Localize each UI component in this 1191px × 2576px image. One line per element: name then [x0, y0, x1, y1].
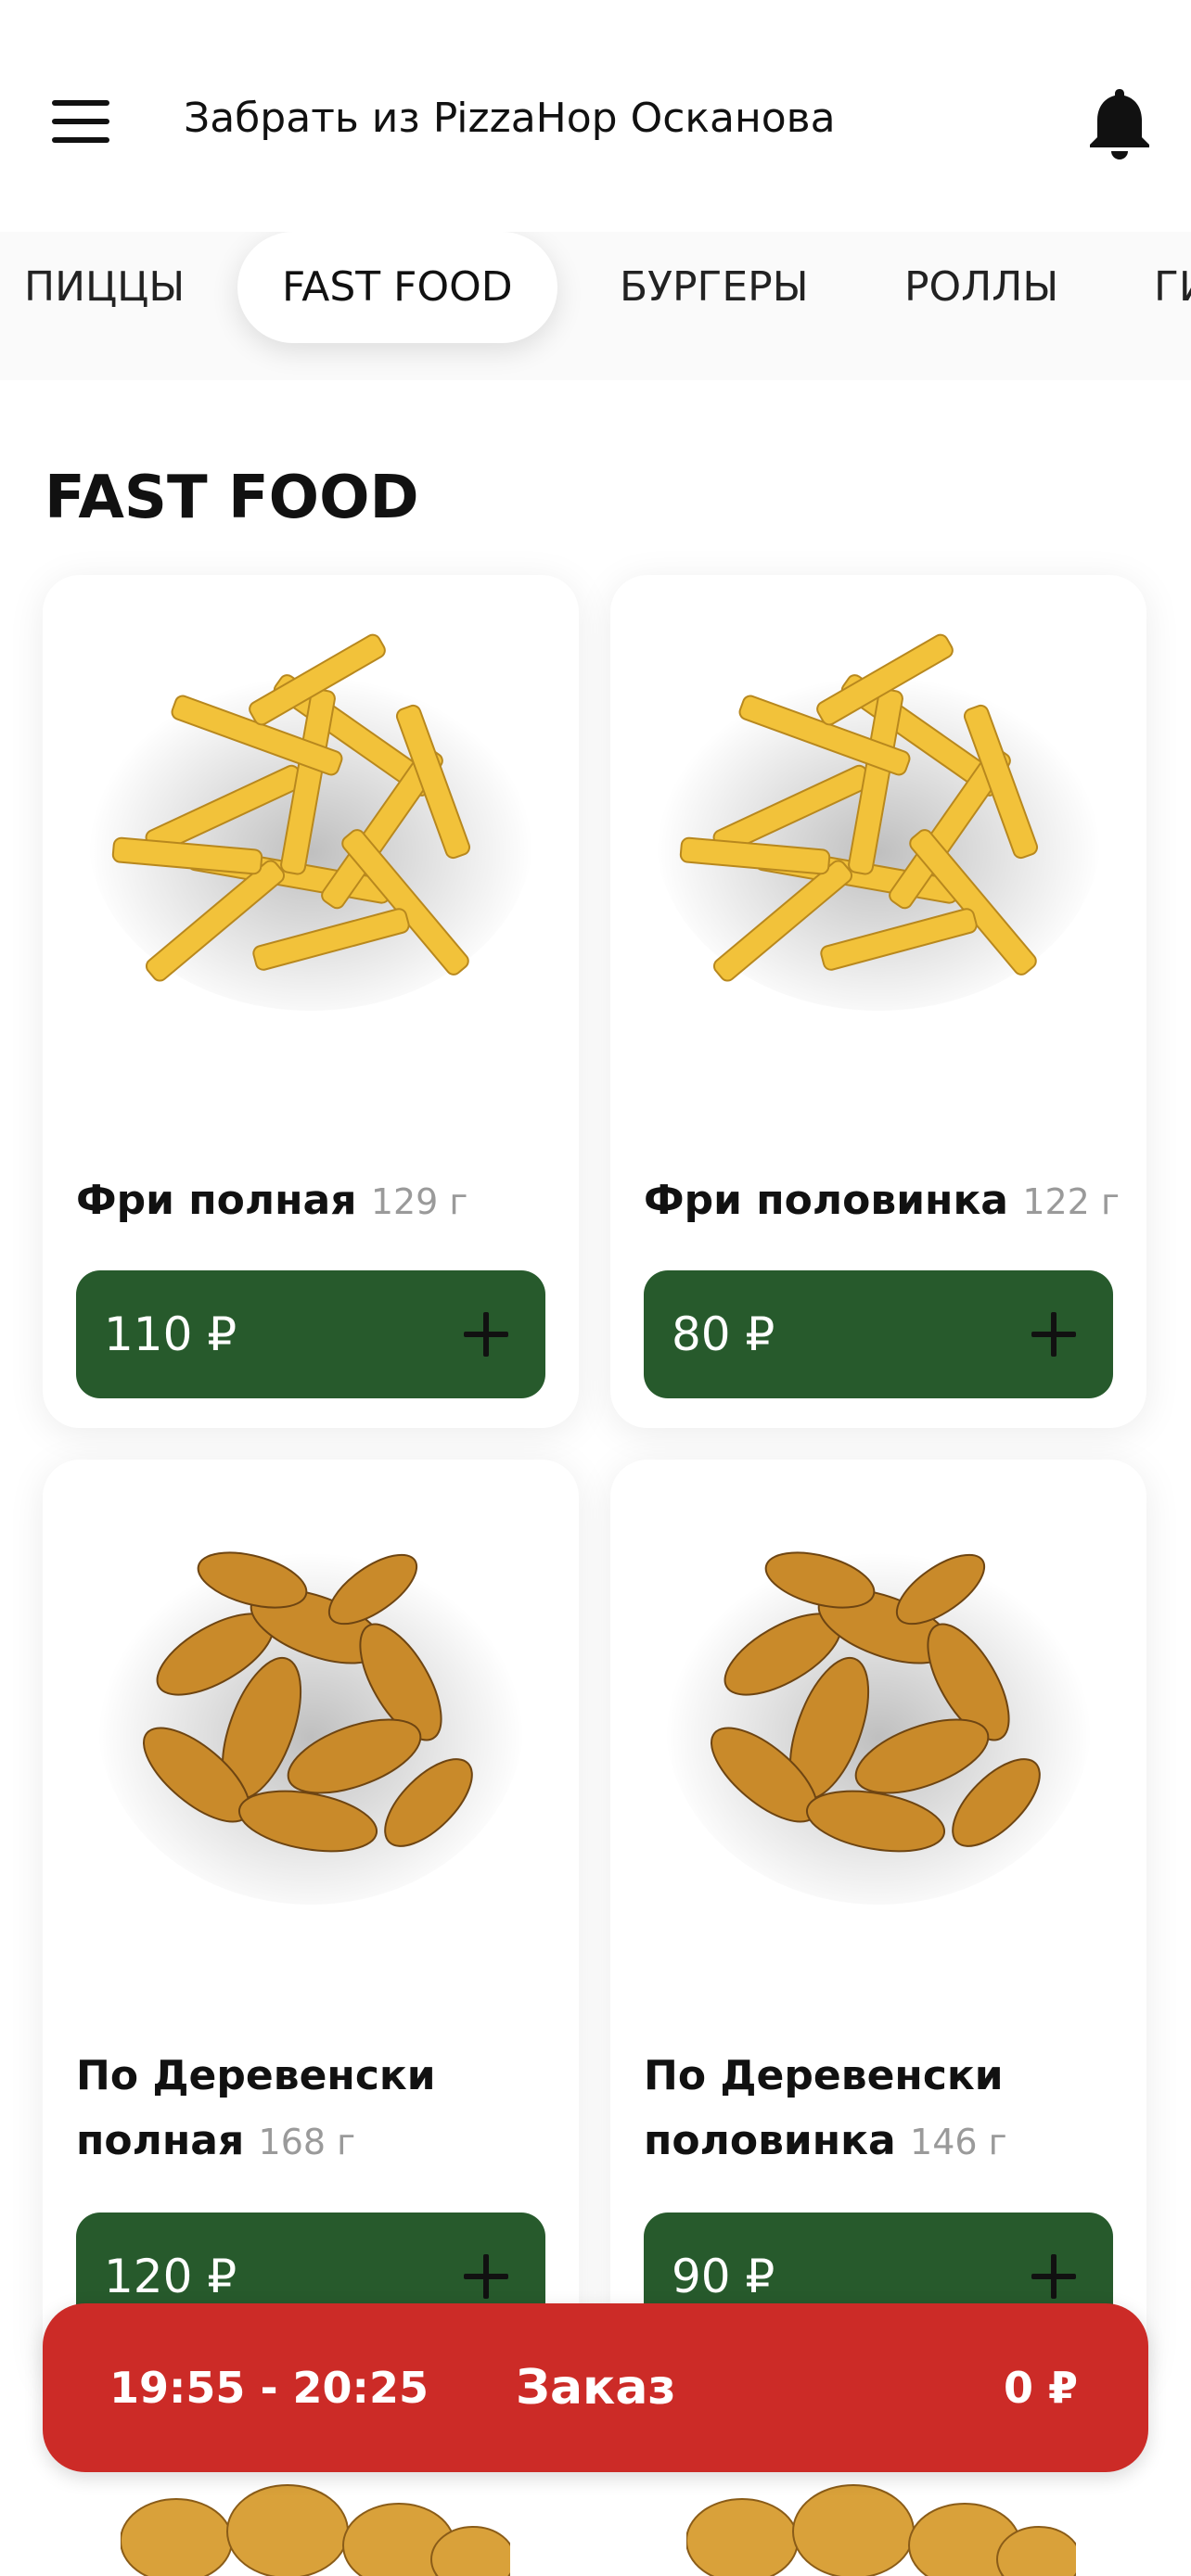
product-weight: 168 г [258, 2122, 356, 2162]
nuggets-image [121, 2484, 510, 2576]
plus-icon [464, 2254, 508, 2299]
tab-rolls[interactable]: РОЛЛЫ [904, 232, 1058, 343]
product-title: По Деревенски полная [76, 2052, 436, 2164]
pickup-time: 19:55 - 20:25 [109, 2363, 429, 2413]
add-to-cart-button[interactable]: 80 ₽ [644, 1270, 1113, 1398]
product-title: Фри половинка [644, 1177, 1008, 1224]
product-name: Фри полная 129 г [76, 1168, 558, 1234]
tab-burgers[interactable]: БУРГЕРЫ [620, 232, 809, 343]
nuggets-image [686, 2484, 1076, 2576]
product-title: Фри полная [76, 1177, 357, 1224]
product-card[interactable]: Фри половинка 122 г 80 ₽ [610, 575, 1146, 1428]
price-label: 110 ₽ [104, 1307, 237, 1361]
product-card[interactable]: Фри полная 129 г 110 ₽ [43, 575, 579, 1428]
header: Забрать из PizzaНор Осканова [0, 0, 1191, 223]
product-name: По Деревенски половинка 146 г [644, 2044, 1126, 2174]
fries-image [88, 633, 533, 1011]
product-name: Фри половинка 122 г [644, 1168, 1126, 1234]
tab-pizza[interactable]: ПИЦЦЫ [24, 232, 185, 343]
potato-wedges-image [665, 1534, 1092, 1905]
order-button[interactable]: 19:55 - 20:25 Заказ 0 ₽ [43, 2303, 1148, 2472]
hamburger-menu-icon[interactable] [52, 100, 109, 145]
tab-fast-food[interactable]: FAST FOOD [237, 232, 557, 343]
plus-icon [464, 1312, 508, 1357]
page-title[interactable]: Забрать из PizzaНор Осканова [184, 95, 836, 142]
plus-icon [1031, 1312, 1076, 1357]
product-card[interactable]: По Деревенски половинка 146 г 90 ₽ [610, 1460, 1146, 2387]
section-title: FAST FOOD [45, 464, 419, 532]
bell-icon[interactable] [1085, 85, 1154, 161]
product-weight: 129 г [370, 1181, 468, 1222]
add-to-cart-button[interactable]: 110 ₽ [76, 1270, 545, 1398]
order-total: 0 ₽ [1003, 2363, 1078, 2413]
tab-next[interactable]: ГИ [1154, 232, 1191, 343]
category-tabs: ПИЦЦЫ FAST FOOD БУРГЕРЫ РОЛЛЫ ГИ [0, 232, 1191, 380]
product-weight: 146 г [910, 2122, 1007, 2162]
potato-wedges-image [97, 1534, 524, 1905]
product-weight: 122 г [1022, 1181, 1120, 1222]
product-name: По Деревенски полная 168 г [76, 2044, 558, 2174]
price-label: 80 ₽ [672, 1307, 775, 1361]
plus-icon [1031, 2254, 1076, 2299]
fries-image [656, 633, 1101, 1011]
order-label: Заказ [516, 2360, 676, 2416]
product-card[interactable]: По Деревенски полная 168 г 120 ₽ [43, 1460, 579, 2387]
